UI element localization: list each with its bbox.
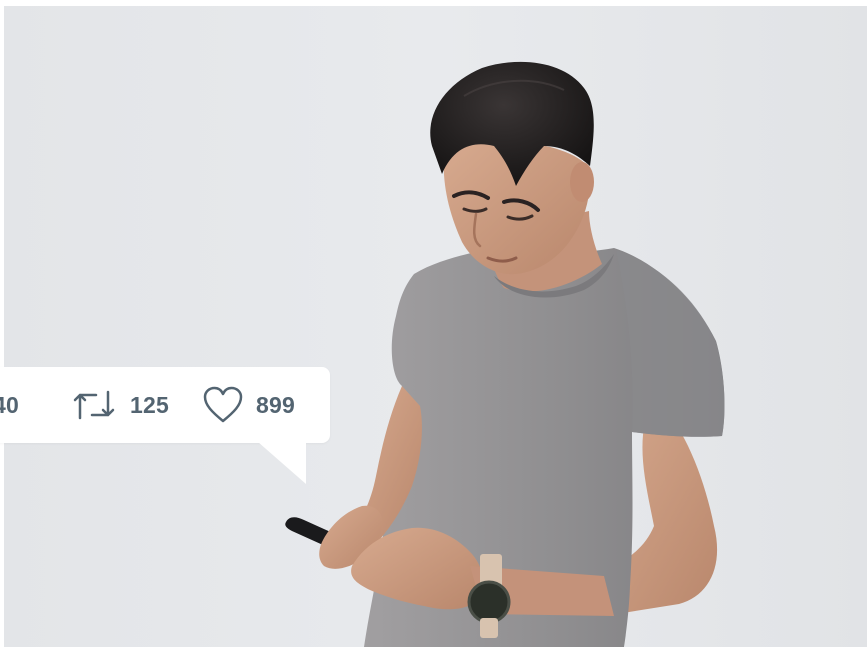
photo-scene	[4, 6, 867, 647]
watch-strap-lower	[480, 618, 498, 638]
person-with-phone-photo	[4, 6, 867, 647]
bubble-tail	[258, 442, 306, 484]
replies-metric[interactable]: 240	[0, 367, 19, 443]
retweets-metric[interactable]: 125	[70, 367, 169, 443]
likes-metric[interactable]: 899	[202, 367, 295, 443]
watch-face	[467, 580, 511, 624]
ear	[570, 162, 594, 202]
engagement-bubble: 240 125 899	[0, 367, 330, 443]
retweets-count: 125	[130, 391, 169, 418]
replies-count: 240	[0, 391, 19, 418]
heart-icon[interactable]	[202, 386, 244, 424]
likes-count: 899	[256, 391, 295, 418]
retweet-icon[interactable]	[70, 387, 118, 423]
